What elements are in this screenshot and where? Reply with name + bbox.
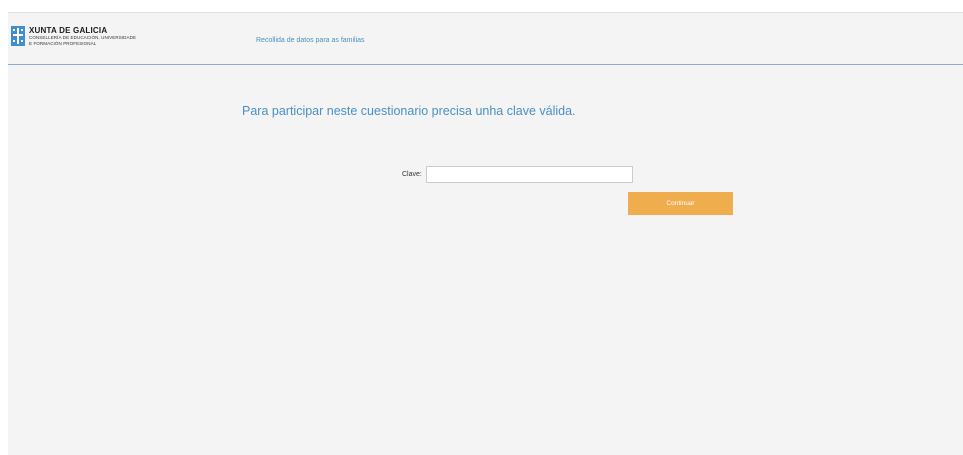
logo-ministry-line1: CONSELLERÍA DE EDUCACIÓN, UNIVERSIDADE [29,35,137,40]
logo-text: XUNTA DE GALICIA CONSELLERÍA DE EDUCACIÓ… [29,26,136,46]
continue-button[interactable]: Continuar [628,192,733,215]
key-input[interactable] [426,166,633,183]
xunta-logo: XUNTA DE GALICIA CONSELLERÍA DE EDUCACIÓ… [11,26,136,46]
page-frame: XUNTA DE GALICIA CONSELLERÍA DE EDUCACIÓ… [8,12,963,455]
key-label: Clave: [402,171,422,178]
logo-ministry-line2: E FORMACIÓN PROFESIONAL [29,40,97,46]
header-bar: XUNTA DE GALICIA CONSELLERÍA DE EDUCACIÓ… [8,13,963,65]
app-title: Recollida de datos para as familias [256,37,365,44]
logo-name: XUNTA DE GALICIA [29,26,108,35]
xunta-cross-logo-icon [11,26,25,46]
page-heading: Para participar neste cuestionario preci… [242,104,576,118]
